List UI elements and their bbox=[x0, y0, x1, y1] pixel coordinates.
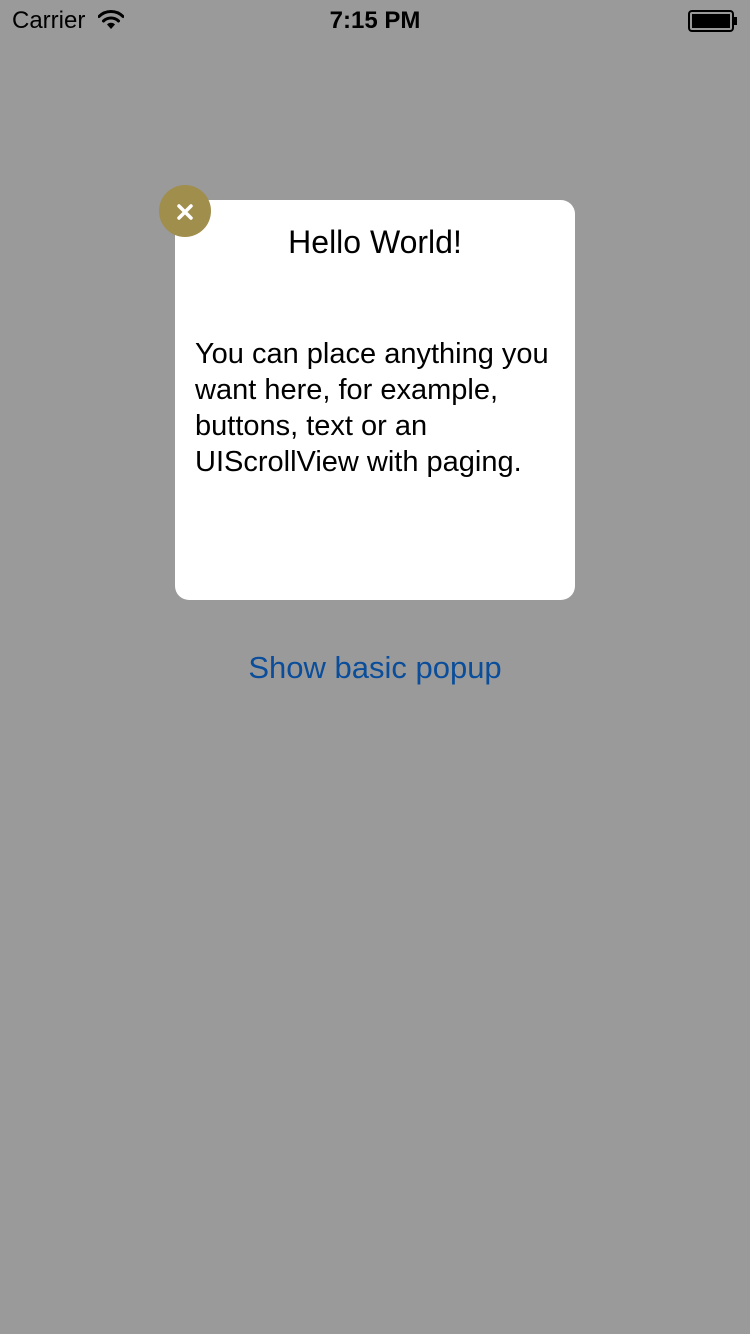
show-basic-popup-button[interactable]: Show basic popup bbox=[0, 648, 750, 688]
popup-dialog: Hello World! You can place anything you … bbox=[175, 200, 575, 600]
status-bar: Carrier 7:15 PM bbox=[0, 0, 750, 40]
close-icon bbox=[177, 204, 193, 220]
popup-close-button[interactable] bbox=[159, 185, 211, 237]
battery-icon bbox=[688, 10, 737, 32]
popup-body-text: You can place anything you want here, fo… bbox=[195, 338, 549, 478]
status-time: 7:15 PM bbox=[329, 7, 421, 34]
popup-title: Hello World! bbox=[288, 224, 462, 260]
